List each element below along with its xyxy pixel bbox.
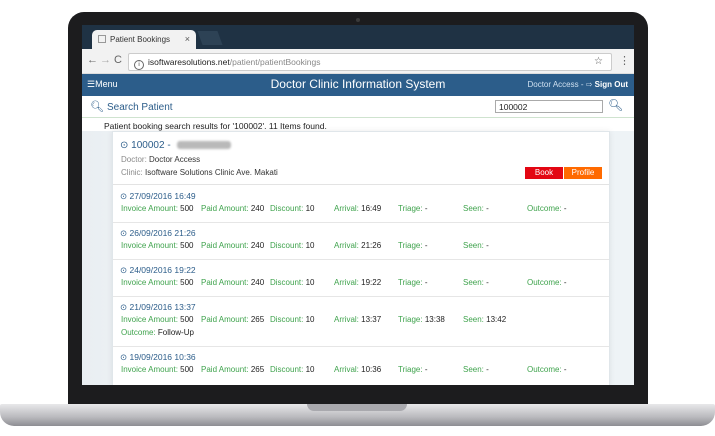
- booking-date[interactable]: ⊙ 27/09/2016 16:49: [120, 191, 196, 202]
- url-input[interactable]: i isoftwaresolutions.net/patient/patientB…: [128, 53, 612, 71]
- booking-date[interactable]: ⊙ 19/09/2016 10:36: [120, 352, 196, 363]
- tab-title: Patient Bookings: [110, 35, 171, 44]
- booking-details: Invoice Amount: 500 Paid Amount: 240 Dis…: [121, 241, 489, 250]
- content-area: ⊙ 100002 - Doctor: Doctor Access Clinic:…: [82, 131, 634, 385]
- sign-out-link[interactable]: Sign Out: [595, 80, 628, 89]
- booking-item: ⊙ 19/09/2016 10:36 Invoice Amount: 500 P…: [113, 346, 609, 385]
- screen: Patient Bookings × ← → C i isoftwaresolut…: [82, 25, 634, 385]
- book-button[interactable]: Book: [525, 167, 563, 179]
- search-input[interactable]: 100002: [495, 100, 603, 113]
- patient-header: ⊙ 100002 - Doctor: Doctor Access Clinic:…: [113, 132, 609, 185]
- close-icon[interactable]: ×: [185, 34, 190, 44]
- patient-id[interactable]: ⊙ 100002 -: [120, 140, 232, 151]
- access-area: Doctor Access - ⇨ Sign Out: [527, 80, 628, 89]
- back-arrow-icon[interactable]: ←: [87, 54, 98, 66]
- booking-details: Invoice Amount: 500 Paid Amount: 240 Dis…: [121, 278, 567, 287]
- booking-details: Invoice Amount: 500 Paid Amount: 240 Dis…: [121, 204, 567, 213]
- url-host: isoftwaresolutions.net: [148, 57, 230, 67]
- browser-tab[interactable]: Patient Bookings ×: [92, 30, 196, 49]
- star-icon[interactable]: ☆: [594, 54, 603, 70]
- booking-date[interactable]: ⊙ 24/09/2016 19:22: [120, 265, 196, 276]
- search-button-icon[interactable]: 🔍︎: [608, 98, 623, 112]
- info-icon[interactable]: i: [134, 60, 144, 70]
- page-icon: [98, 35, 106, 43]
- search-bar: 🔍︎ Search Patient 100002 🔍︎: [82, 97, 634, 118]
- search-patient-label: 🔍︎ Search Patient: [90, 101, 173, 113]
- reload-icon[interactable]: C: [114, 54, 122, 66]
- booking-outcome: Outcome: Follow-Up: [121, 328, 194, 337]
- app-header: ☰Menu Doctor Clinic Information System D…: [82, 74, 634, 96]
- doctor-access-link[interactable]: Doctor Access: [527, 80, 578, 89]
- booking-item: ⊙ 27/09/2016 16:49 Invoice Amount: 500 P…: [113, 185, 609, 223]
- browser-tab-bar: Patient Bookings ×: [82, 25, 634, 49]
- patient-id-text: 100002 -: [131, 140, 171, 151]
- patient-panel: ⊙ 100002 - Doctor: Doctor Access Clinic:…: [112, 131, 610, 385]
- chevron-circle-icon: ⊙: [120, 140, 129, 151]
- redacted-name: [177, 141, 232, 150]
- booking-item: ⊙ 24/09/2016 19:22 Invoice Amount: 500 P…: [113, 259, 609, 297]
- address-bar: ← → C i isoftwaresolutions.net/patient/pa…: [82, 49, 634, 74]
- kebab-menu-icon[interactable]: ⋮: [619, 54, 630, 67]
- booking-date[interactable]: ⊙ 21/09/2016 13:37: [120, 302, 196, 313]
- camera-dot: [356, 18, 360, 22]
- search-icon: 🔍︎: [90, 101, 104, 113]
- booking-details: Invoice Amount: 500 Paid Amount: 265 Dis…: [121, 315, 507, 324]
- sign-out-icon: ⇨: [585, 80, 593, 89]
- url-path: /patient/patientBookings: [229, 57, 321, 67]
- laptop-notch: [307, 404, 407, 411]
- forward-arrow-icon[interactable]: →: [100, 54, 111, 66]
- profile-button[interactable]: Profile: [564, 167, 602, 179]
- booking-details: Invoice Amount: 500 Paid Amount: 265 Dis…: [121, 365, 567, 374]
- results-summary: Patient booking search results for '1000…: [104, 121, 327, 131]
- doctor-line: Doctor: Doctor Access: [121, 155, 201, 164]
- booking-item: ⊙ 21/09/2016 13:37 Invoice Amount: 500 P…: [113, 296, 609, 347]
- new-tab-button[interactable]: [197, 31, 223, 45]
- booking-item: ⊙ 26/09/2016 21:26 Invoice Amount: 500 P…: [113, 222, 609, 260]
- clinic-line: Clinic: Isoftware Solutions Clinic Ave. …: [121, 168, 278, 177]
- laptop-base: [0, 404, 715, 426]
- booking-date[interactable]: ⊙ 26/09/2016 21:26: [120, 228, 196, 239]
